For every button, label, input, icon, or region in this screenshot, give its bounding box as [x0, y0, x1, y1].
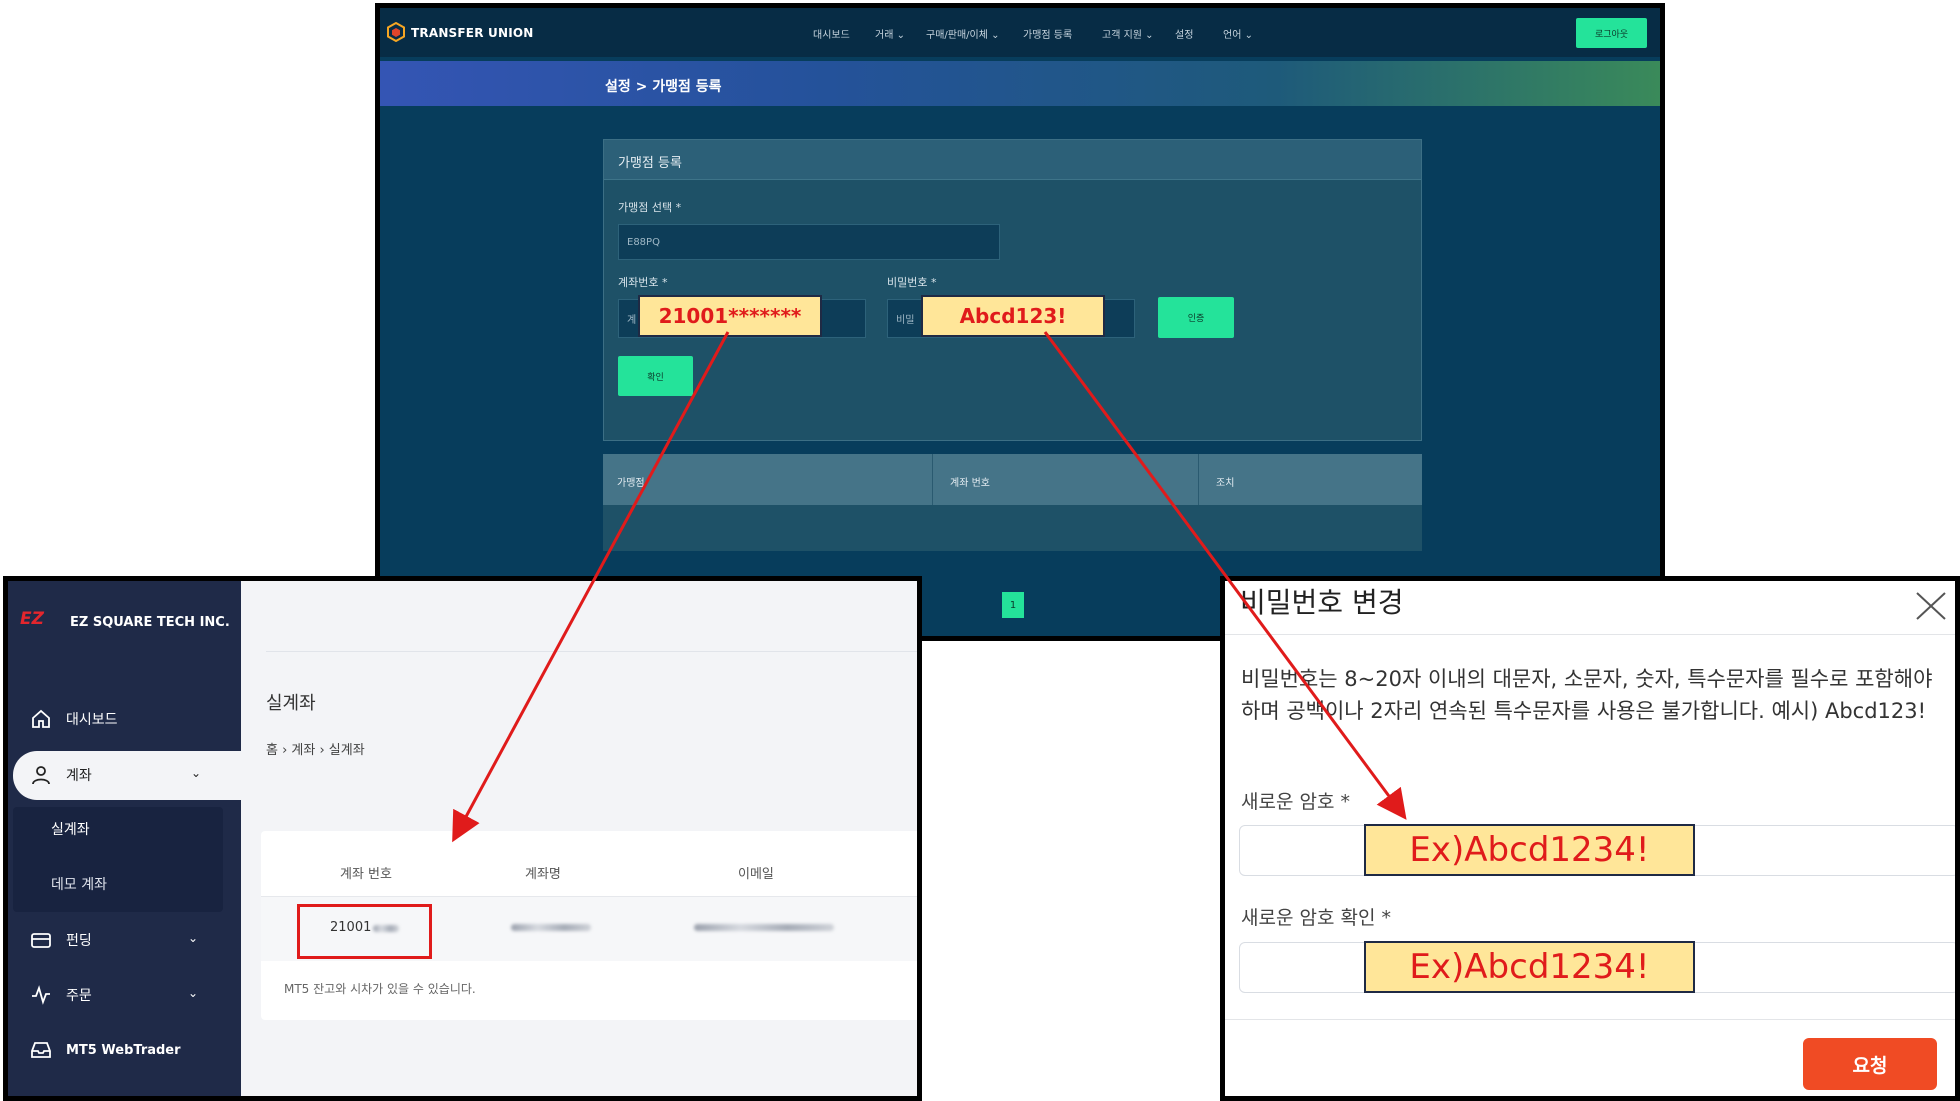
- confirm-password-example-callout: Ex)Abcd1234!: [1364, 941, 1695, 993]
- column-account-name: 계좌명: [525, 867, 561, 882]
- logout-button[interactable]: 로그아웃: [1576, 18, 1647, 48]
- transfer-union-screenshot: TRANSFER UNION 대시보드 거래 ⌄ 구매/판매/이체 ⌄ 가맹점 …: [375, 3, 1665, 641]
- breadcrumb: 설정 > 가맹점 등록: [605, 79, 722, 95]
- chevron-down-icon: ⌄: [191, 766, 202, 780]
- inbox-icon: [31, 1042, 51, 1058]
- sidebar-item-label: 계좌: [66, 768, 92, 784]
- brand-name: EZ SQUARE TECH INC.: [70, 615, 230, 630]
- sidebar-item-label: 대시보드: [66, 712, 118, 728]
- merchant-select-input[interactable]: E88PQ: [618, 224, 1000, 260]
- nav-buy-sell-transfer[interactable]: 구매/판매/이체 ⌄: [926, 26, 1000, 41]
- sidebar-item-funding[interactable]: 펀딩: [30, 929, 92, 951]
- submenu-demo-account[interactable]: 데모 계좌: [51, 874, 107, 894]
- ez-logo: EZ: [20, 609, 44, 629]
- confirm-button[interactable]: 확인: [618, 356, 693, 396]
- account-submenu: 실계좌 데모 계좌: [13, 807, 223, 912]
- brand-name: TRANSFER UNION: [411, 26, 534, 40]
- sidebar-item-label: 주문: [66, 988, 92, 1004]
- column-divider: [932, 454, 933, 505]
- merchant-select-label: 가맹점 선택 *: [618, 201, 682, 214]
- sidebar-item-label: 펀딩: [66, 933, 92, 949]
- merchant-table: 가맹점 계좌 번호 조치: [603, 454, 1422, 551]
- highlight-box: [297, 904, 432, 959]
- accounts-table-card: 계좌 번호 계좌명 이메일 21001 MT5 잔고와 시차가 있을 수 있습니…: [261, 831, 917, 1020]
- wallet-icon: [31, 933, 51, 948]
- sidebar-item-orders[interactable]: 주문: [30, 984, 92, 1006]
- column-email: 이메일: [738, 867, 774, 882]
- transfer-union-logo-icon: [387, 22, 405, 42]
- top-nav-bar: TRANSFER UNION 대시보드 거래 ⌄ 구매/판매/이체 ⌄ 가맹점 …: [380, 8, 1660, 57]
- new-password-example-callout: Ex)Abcd1234!: [1364, 824, 1695, 876]
- column-divider: [1198, 454, 1199, 505]
- request-button[interactable]: 요청: [1803, 1038, 1937, 1090]
- header-divider: [266, 651, 917, 652]
- sidebar-item-account-row: 계좌: [30, 764, 92, 786]
- footnote: MT5 잔고와 시차가 있을 수 있습니다.: [284, 982, 476, 996]
- password-callout: Abcd123!: [921, 295, 1105, 337]
- table-header: 가맹점 계좌 번호 조치: [603, 454, 1422, 505]
- blurred-email: [694, 924, 834, 931]
- modal-title: 비밀번호 변경: [1240, 586, 1404, 619]
- password-label: 비밀번호 *: [887, 276, 937, 289]
- column-account-number: 계좌 번호: [340, 867, 392, 882]
- sidebar-item-label: MT5 WebTrader: [66, 1042, 181, 1058]
- breadcrumb-banner: 설정 > 가맹점 등록: [380, 61, 1660, 106]
- activity-icon: [32, 985, 50, 1005]
- nav-customer-support[interactable]: 고객 지원 ⌄: [1102, 26, 1154, 41]
- ez-square-screenshot: EZ EZ SQUARE TECH INC. 대시보드 계좌 ⌄ 실계좌 데모 …: [3, 576, 922, 1101]
- column-merchant: 가맹점: [617, 478, 645, 489]
- card-header: 가맹점 등록: [604, 140, 1421, 180]
- account-callout: 21001*******: [638, 295, 822, 337]
- main-content: 실계좌 홈 › 계좌 › 실계좌 계좌 번호 계좌명 이메일 21001 MT5…: [241, 581, 917, 1096]
- confirm-password-label: 새로운 암호 확인 *: [1241, 907, 1391, 929]
- merchant-registration-card: 가맹점 등록 가맹점 선택 * E88PQ 계좌번호 * 계 비밀번호 * 비밀…: [603, 139, 1422, 441]
- nav-merchant-registration[interactable]: 가맹점 등록: [1023, 26, 1072, 41]
- column-action: 조치: [1216, 478, 1235, 489]
- chevron-down-icon: ⌄: [188, 986, 199, 1000]
- page-title: 실계좌: [266, 693, 316, 714]
- submenu-real-account[interactable]: 실계좌: [51, 819, 90, 839]
- user-icon: [32, 766, 50, 785]
- nav-language[interactable]: 언어 ⌄: [1223, 26, 1253, 41]
- header-divider: [1225, 634, 1955, 635]
- breadcrumb: 홈 › 계좌 › 실계좌: [266, 743, 365, 758]
- nav-settings[interactable]: 설정: [1175, 26, 1193, 41]
- nav-dashboard[interactable]: 대시보드: [813, 26, 850, 41]
- footer-divider: [1225, 1019, 1955, 1020]
- sidebar-item-webtrader[interactable]: MT5 WebTrader: [30, 1039, 181, 1061]
- sidebar-item-dashboard[interactable]: 대시보드: [30, 708, 118, 730]
- verify-button[interactable]: 인증: [1158, 297, 1234, 338]
- nav-trade[interactable]: 거래 ⌄: [875, 26, 905, 41]
- home-icon: [32, 709, 50, 728]
- card-title: 가맹점 등록: [618, 156, 682, 171]
- column-account-number: 계좌 번호: [950, 478, 990, 489]
- new-password-label: 새로운 암호 *: [1241, 791, 1350, 813]
- chevron-down-icon: ⌄: [188, 931, 199, 945]
- blurred-account-name: [511, 924, 591, 931]
- sidebar-item-account[interactable]: 계좌 ⌄: [13, 751, 241, 800]
- account-number-label: 계좌번호 *: [618, 276, 668, 289]
- pagination-page-1[interactable]: 1: [1002, 592, 1024, 618]
- close-icon[interactable]: [1913, 587, 1949, 623]
- password-change-modal: 비밀번호 변경 비밀번호는 8~20자 이내의 대문자, 소문자, 숫자, 특수…: [1220, 576, 1960, 1101]
- password-rules-description: 비밀번호는 8~20자 이내의 대문자, 소문자, 숫자, 특수문자를 필수로 …: [1241, 667, 1933, 723]
- sidebar: EZ EZ SQUARE TECH INC. 대시보드 계좌 ⌄ 실계좌 데모 …: [8, 581, 241, 1096]
